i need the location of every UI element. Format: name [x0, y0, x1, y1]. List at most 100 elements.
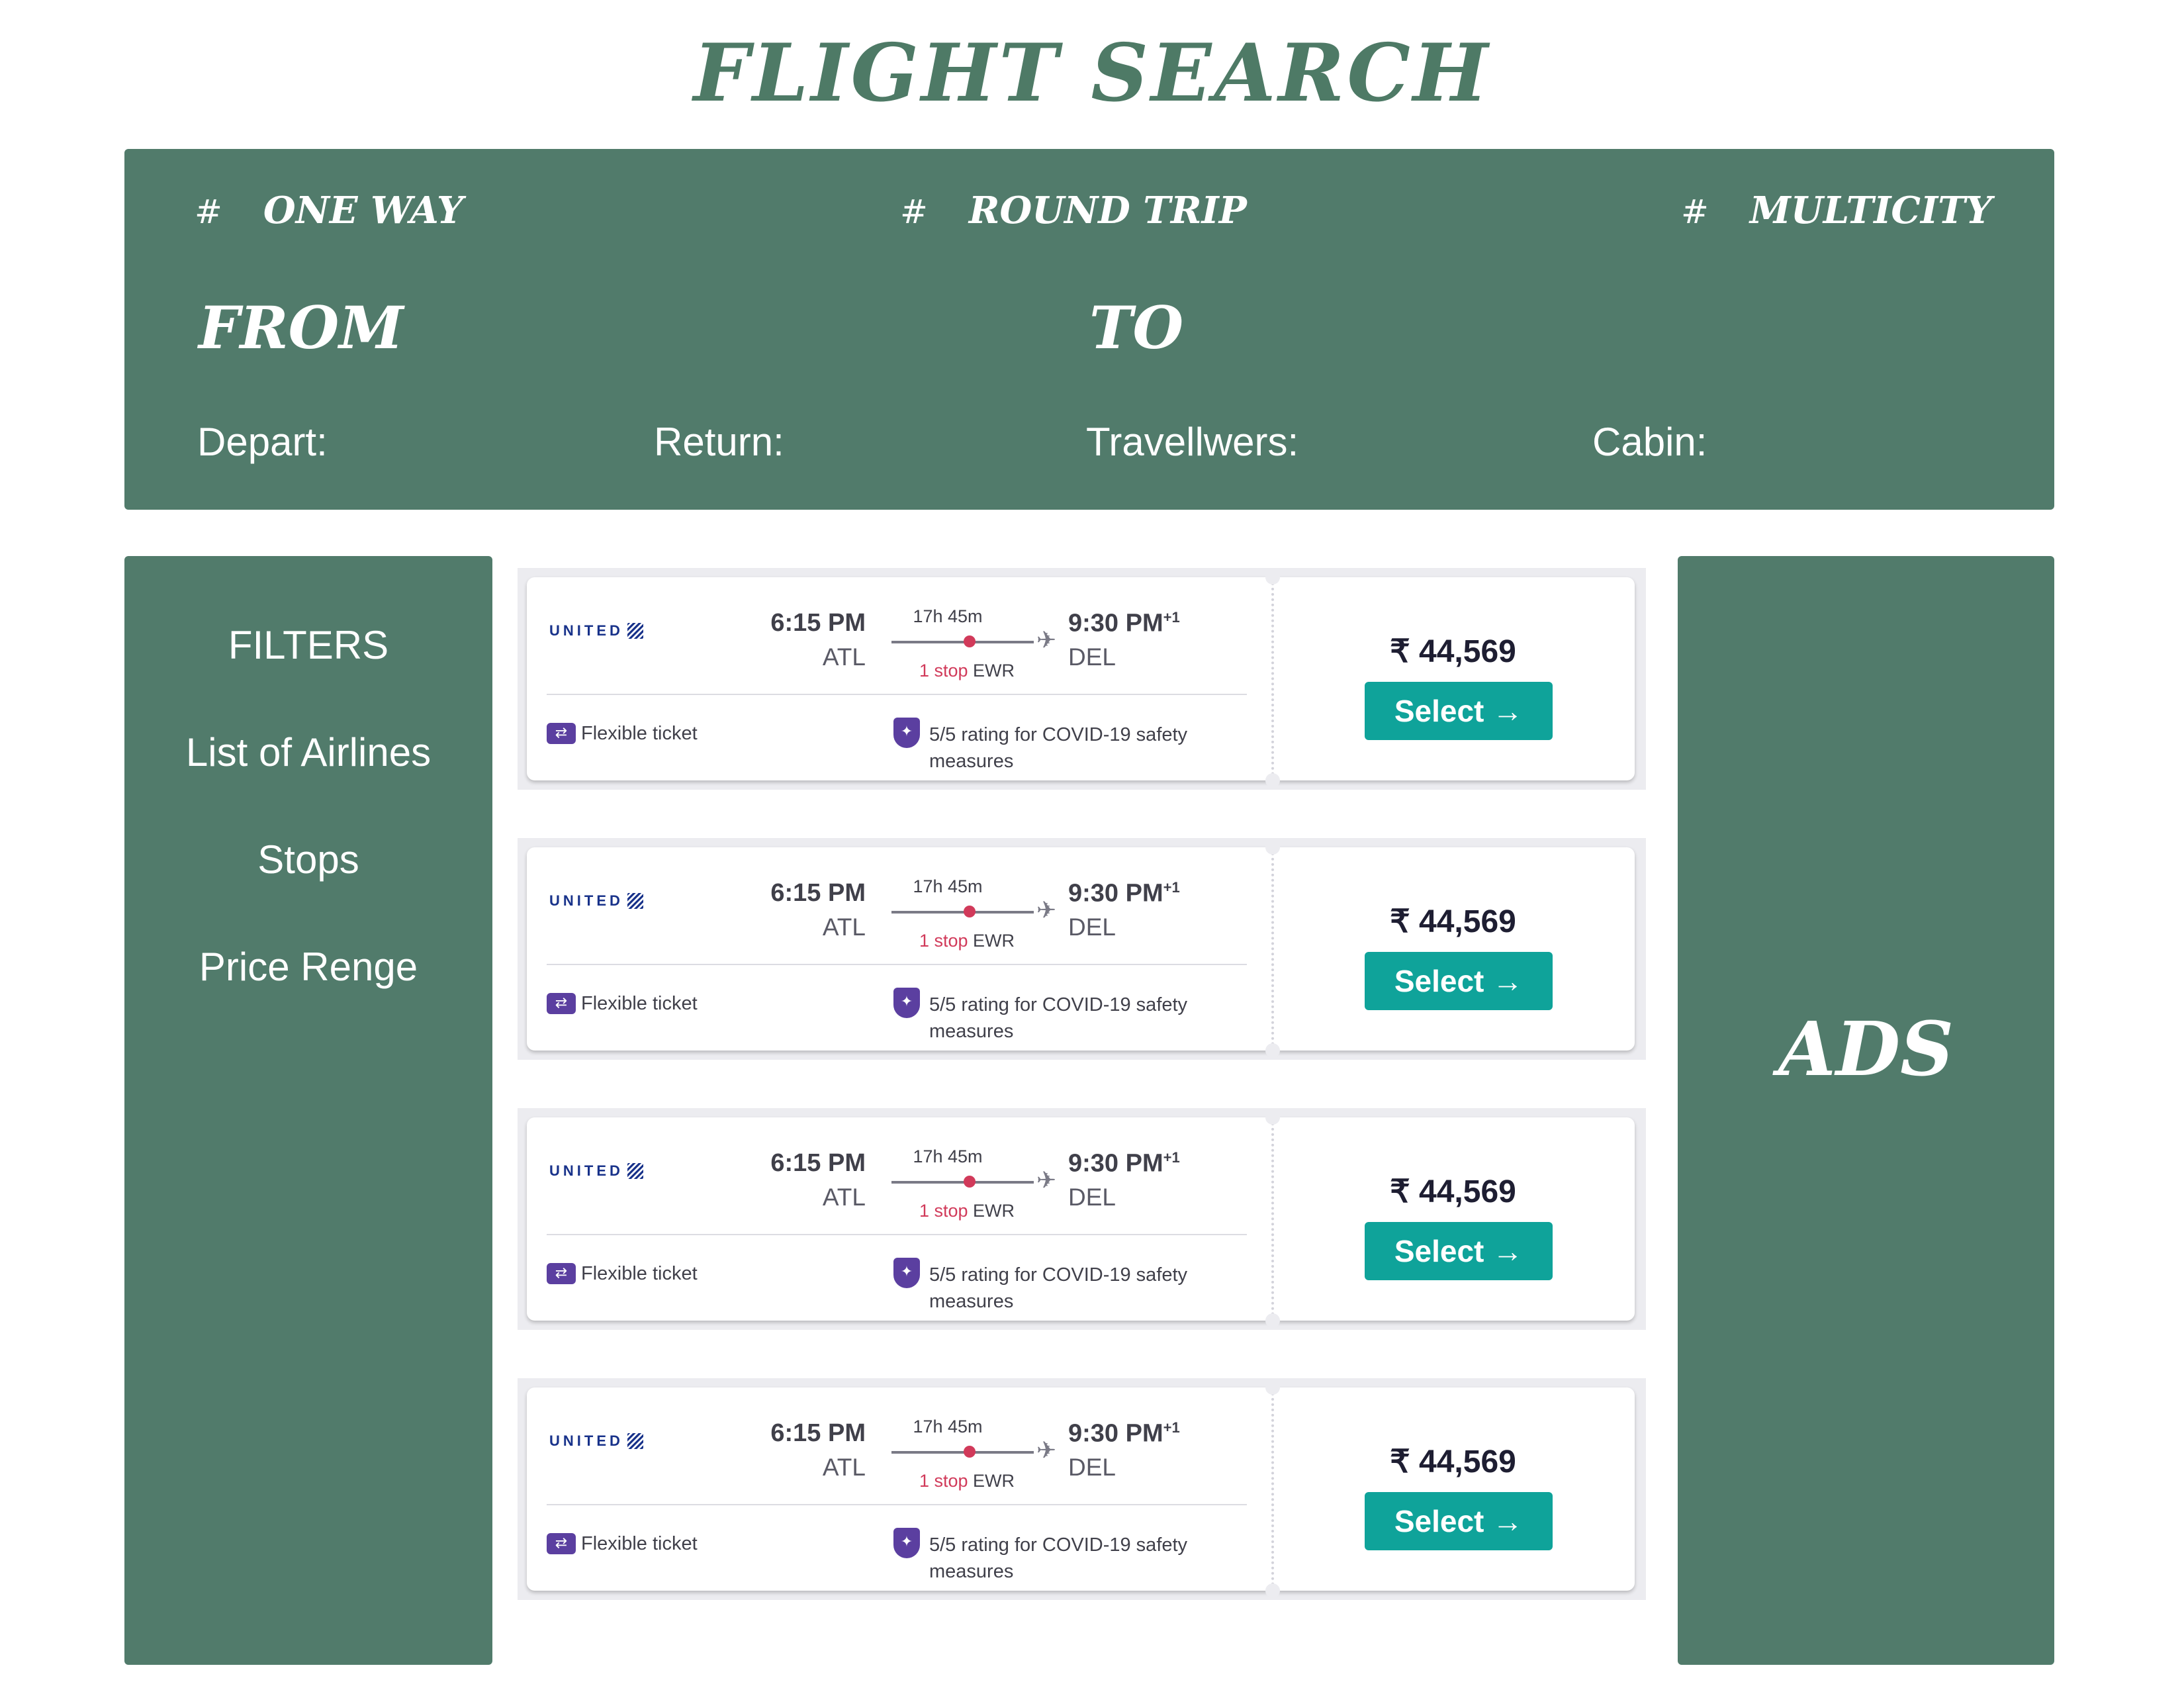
filter-airlines[interactable]: List of Airlines	[124, 729, 492, 775]
arrival-day-offset: +1	[1163, 1149, 1180, 1166]
ticket-perforation	[1271, 1117, 1274, 1321]
united-globe-icon	[627, 893, 643, 909]
depart-field[interactable]: Depart:	[197, 419, 328, 465]
travellers-field[interactable]: Travellwers:	[1086, 419, 1298, 465]
flight-card: UNITED 6:15 PM ATL 17h 45m ✈ 1 stop EWR …	[518, 1378, 1646, 1600]
ads-panel: ADS	[1678, 556, 2054, 1665]
ticket-notch	[1265, 1313, 1280, 1328]
airline-name: UNITED	[549, 1162, 623, 1179]
shield-icon: ✦	[893, 1258, 920, 1288]
flight-card: UNITED 6:15 PM ATL 17h 45m ✈ 1 stop EWR …	[518, 568, 1646, 790]
card-divider-rule	[547, 1234, 1247, 1235]
covid-rating-label: 5/5 rating for COVID-19 safety measures	[929, 1534, 1188, 1582]
shield-icon: ✦	[893, 1528, 920, 1558]
trip-option-multicity[interactable]: # MULTICITY	[1681, 189, 1992, 232]
stop-info: 1 stop EWR	[911, 1471, 1023, 1491]
airline-logo: UNITED	[549, 1162, 643, 1180]
stop-airport: EWR	[973, 1201, 1015, 1221]
arrival-airport: DEL	[1068, 1184, 1116, 1211]
flight-duration: 17h 45m	[913, 1417, 983, 1436]
trip-option-round-trip[interactable]: # ROUND TRIP	[900, 189, 1247, 232]
shield-icon: ✦	[893, 988, 920, 1018]
from-field[interactable]: FROM	[199, 293, 404, 362]
flight-card-body: UNITED 6:15 PM ATL 17h 45m ✈ 1 stop EWR …	[527, 1110, 1635, 1328]
card-divider-rule	[547, 1504, 1247, 1505]
arrival-time: 9:30 PM+1	[1068, 879, 1180, 908]
arrival-time-value: 9:30 PM	[1068, 1419, 1163, 1448]
flexible-ticket-label: Flexible ticket	[581, 723, 698, 744]
trip-option-hash: #	[1681, 193, 1709, 231]
ticket-notch	[1265, 1043, 1280, 1058]
airline-logo: UNITED	[549, 1432, 643, 1450]
airplane-icon: ✈	[1036, 1167, 1057, 1194]
trip-option-label: MULTICITY	[1749, 189, 1992, 232]
select-flight-button[interactable]: Select →	[1365, 952, 1553, 1010]
departure-airport: ATL	[822, 643, 866, 671]
arrival-day-offset: +1	[1163, 1419, 1180, 1436]
stop-dot	[964, 906, 976, 917]
stop-info: 1 stop EWR	[911, 1201, 1023, 1221]
covid-rating-label: 5/5 rating for COVID-19 safety measures	[929, 994, 1188, 1042]
return-field[interactable]: Return:	[654, 419, 784, 465]
ticket-swap-icon: ⇄	[547, 723, 576, 744]
select-flight-button[interactable]: Select →	[1365, 1492, 1553, 1550]
departure-time: 6:15 PM	[770, 879, 866, 907]
card-divider-rule	[547, 964, 1247, 965]
arrival-time: 9:30 PM+1	[1068, 1149, 1180, 1178]
filter-stops[interactable]: Stops	[124, 837, 492, 882]
flight-duration: 17h 45m	[913, 876, 983, 896]
trip-option-label: ROUND TRIP	[968, 189, 1247, 232]
search-panel: # ONE WAY # ROUND TRIP # MULTICITY FROM TO …	[124, 149, 2054, 510]
stop-dot	[964, 1176, 976, 1188]
departure-time: 6:15 PM	[770, 1149, 866, 1177]
stop-airport: EWR	[973, 1471, 1015, 1491]
departure-time: 6:15 PM	[770, 609, 866, 637]
ticket-swap-icon: ⇄	[547, 993, 576, 1014]
to-field[interactable]: TO	[1089, 293, 1183, 362]
united-globe-icon	[627, 623, 643, 639]
flight-card: UNITED 6:15 PM ATL 17h 45m ✈ 1 stop EWR …	[518, 838, 1646, 1060]
arrival-day-offset: +1	[1163, 879, 1180, 896]
flight-price: ₹ 44,569	[1390, 1444, 1516, 1479]
trip-option-hash: #	[900, 193, 928, 231]
trip-option-hash: #	[195, 193, 222, 231]
trip-option-label: ONE WAY	[263, 189, 463, 232]
airline-name: UNITED	[549, 1432, 623, 1449]
flexible-ticket-label: Flexible ticket	[581, 1263, 698, 1284]
stop-count: 1 stop	[919, 931, 968, 951]
stop-count: 1 stop	[919, 1201, 968, 1221]
flight-price: ₹ 44,569	[1390, 634, 1516, 669]
ticket-swap-icon: ⇄	[547, 1263, 576, 1284]
flight-card: UNITED 6:15 PM ATL 17h 45m ✈ 1 stop EWR …	[518, 1108, 1646, 1330]
arrival-day-offset: +1	[1163, 609, 1180, 626]
ticket-notch	[1265, 570, 1280, 585]
card-divider-rule	[547, 694, 1247, 695]
flight-card-body: UNITED 6:15 PM ATL 17h 45m ✈ 1 stop EWR …	[527, 840, 1635, 1058]
departure-airport: ATL	[822, 1184, 866, 1211]
stop-info: 1 stop EWR	[911, 931, 1023, 951]
arrival-time-value: 9:30 PM	[1068, 609, 1163, 637]
departure-time: 6:15 PM	[770, 1419, 866, 1447]
stop-dot	[964, 1446, 976, 1458]
cabin-field[interactable]: Cabin:	[1592, 419, 1707, 465]
airline-logo: UNITED	[549, 892, 643, 910]
route-line	[891, 911, 1034, 914]
flexible-ticket-label: Flexible ticket	[581, 1533, 698, 1554]
airplane-icon: ✈	[1036, 1437, 1057, 1464]
stop-count: 1 stop	[919, 661, 968, 680]
flexible-ticket-label: Flexible ticket	[581, 993, 698, 1014]
airplane-icon: ✈	[1036, 627, 1057, 654]
filters-panel: FILTERS List of Airlines Stops Price Ren…	[124, 556, 492, 1665]
select-flight-button[interactable]: Select →	[1365, 682, 1553, 740]
ticket-notch	[1265, 840, 1280, 855]
route-line	[891, 1181, 1034, 1184]
departure-airport: ATL	[822, 1454, 866, 1481]
filter-price-range[interactable]: Price Renge	[124, 944, 492, 990]
route-line	[891, 641, 1034, 643]
trip-option-one-way[interactable]: # ONE WAY	[195, 189, 463, 232]
airline-name: UNITED	[549, 892, 623, 909]
airplane-icon: ✈	[1036, 897, 1057, 924]
ticket-notch	[1265, 1110, 1280, 1125]
arrival-airport: DEL	[1068, 914, 1116, 941]
select-flight-button[interactable]: Select →	[1365, 1222, 1553, 1280]
